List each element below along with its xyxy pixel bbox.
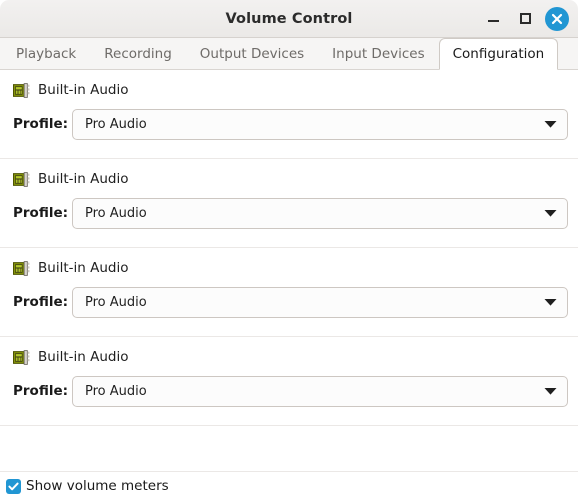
device-card: Built-in Audio Profile: Pro Audio — [0, 337, 578, 426]
profile-row: Profile: Pro Audio — [13, 107, 568, 141]
profile-dropdown[interactable]: Pro Audio — [72, 108, 568, 140]
profile-dropdown-value: Pro Audio — [85, 205, 147, 221]
minimize-button[interactable] — [481, 7, 505, 31]
profile-dropdown[interactable]: Pro Audio — [72, 197, 568, 229]
tab-output-devices-label: Output Devices — [199, 46, 305, 62]
profile-dropdown[interactable]: Pro Audio — [72, 375, 568, 407]
close-icon — [551, 13, 563, 24]
tab-bar: Playback Recording Output Devices Input … — [0, 38, 578, 70]
close-button[interactable] — [545, 6, 569, 31]
chevron-down-icon — [544, 210, 557, 217]
profile-row: Profile: Pro Audio — [13, 285, 568, 319]
footer-bar: Show volume meters — [0, 472, 578, 500]
minimize-icon — [487, 20, 499, 22]
maximize-button[interactable] — [513, 7, 537, 31]
device-header: Built-in Audio — [13, 70, 568, 107]
tab-recording[interactable]: Recording — [90, 38, 186, 69]
volume-control-window: Volume Control Playback Recording Output… — [0, 0, 578, 500]
chevron-down-icon — [544, 299, 557, 306]
tab-input-devices-label: Input Devices — [332, 46, 425, 62]
profile-dropdown-value: Pro Audio — [85, 116, 147, 132]
empty-space — [0, 426, 578, 472]
device-name: Built-in Audio — [38, 260, 129, 276]
tab-output-devices[interactable]: Output Devices — [186, 38, 318, 69]
show-volume-meters-label[interactable]: Show volume meters — [26, 478, 169, 494]
profile-label: Profile: — [13, 205, 69, 221]
tab-input-devices[interactable]: Input Devices — [318, 38, 438, 69]
device-name: Built-in Audio — [38, 171, 129, 187]
device-name: Built-in Audio — [38, 82, 129, 98]
checkmark-icon — [8, 482, 19, 490]
sound-card-icon — [13, 171, 30, 187]
device-header: Built-in Audio — [13, 337, 568, 374]
profile-dropdown-value: Pro Audio — [85, 294, 147, 310]
tab-playback-label: Playback — [16, 46, 77, 62]
profile-row: Profile: Pro Audio — [13, 374, 568, 408]
device-header: Built-in Audio — [13, 159, 568, 196]
profile-label: Profile: — [13, 116, 69, 132]
tab-configuration-label: Configuration — [452, 46, 545, 62]
maximize-icon — [519, 13, 531, 24]
profile-dropdown[interactable]: Pro Audio — [72, 286, 568, 318]
chevron-down-icon — [544, 388, 557, 395]
profile-row: Profile: Pro Audio — [13, 196, 568, 230]
tab-configuration[interactable]: Configuration — [438, 38, 559, 70]
sound-card-icon — [13, 82, 30, 98]
titlebar[interactable]: Volume Control — [0, 0, 578, 38]
sound-card-icon — [13, 260, 30, 276]
show-volume-meters-checkbox[interactable] — [6, 478, 21, 494]
window-controls — [481, 6, 578, 31]
device-card: Built-in Audio Profile: Pro Audio — [0, 159, 578, 248]
device-card: Built-in Audio Profile: Pro Audio — [0, 248, 578, 337]
tab-recording-label: Recording — [104, 46, 172, 62]
profile-dropdown-value: Pro Audio — [85, 383, 147, 399]
device-card: Built-in Audio Profile: Pro Audio — [0, 70, 578, 159]
sound-card-icon — [13, 349, 30, 365]
device-name: Built-in Audio — [38, 349, 129, 365]
profile-label: Profile: — [13, 294, 69, 310]
chevron-down-icon — [544, 121, 557, 128]
configuration-panel: Built-in Audio Profile: Pro Audio Built-… — [0, 70, 578, 472]
device-header: Built-in Audio — [13, 248, 568, 285]
profile-label: Profile: — [13, 383, 69, 399]
tab-playback[interactable]: Playback — [2, 38, 90, 69]
